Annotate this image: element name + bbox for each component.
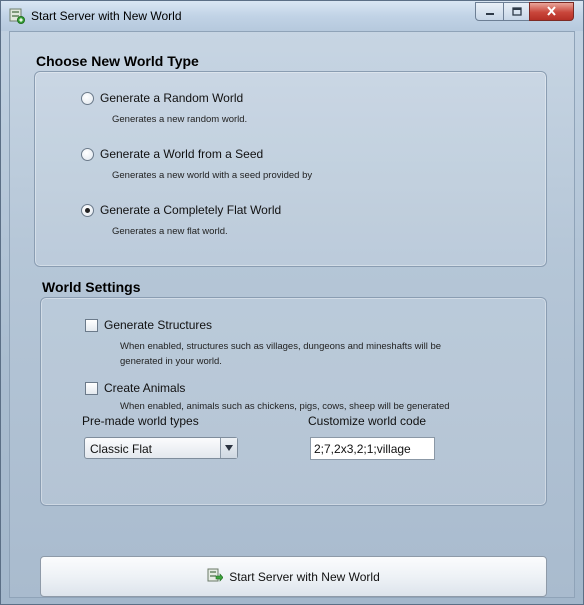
world-settings-heading: World Settings	[42, 279, 141, 295]
seed-world-label[interactable]: Generate a World from a Seed	[100, 147, 263, 161]
flat-world-description: Generates a new flat world.	[112, 226, 228, 237]
maximize-button[interactable]	[503, 2, 530, 21]
maximize-icon	[511, 5, 522, 19]
world-type-group: Generate a Random World Generates a new …	[34, 71, 547, 267]
world-code-input[interactable]	[311, 438, 434, 459]
structures-description-line2: generated in your world.	[120, 356, 222, 367]
customize-world-code-label: Customize world code	[308, 414, 427, 428]
world-settings-group: Generate Structures When enabled, struct…	[40, 297, 547, 506]
world-type-heading: Choose New World Type	[36, 53, 199, 69]
random-world-label[interactable]: Generate a Random World	[100, 91, 243, 105]
minimize-icon	[485, 5, 495, 19]
premade-world-types-select[interactable]: Classic Flat	[84, 437, 238, 459]
animals-description: When enabled, animals such as chickens, …	[120, 401, 450, 412]
generate-structures-label[interactable]: Generate Structures	[104, 318, 212, 332]
start-server-button[interactable]: Start Server with New World	[40, 556, 547, 597]
radio-seed-world[interactable]	[81, 148, 94, 161]
premade-world-types-value: Classic Flat	[90, 442, 153, 456]
flat-world-label[interactable]: Generate a Completely Flat World	[100, 203, 281, 217]
window-title: Start Server with New World	[31, 9, 182, 23]
title-bar[interactable]: Start Server with New World	[1, 1, 583, 31]
close-icon	[546, 5, 557, 19]
dialog-window: Start Server with New World Choose New W…	[0, 0, 584, 605]
world-code-field[interactable]	[310, 437, 435, 460]
generate-structures-checkbox[interactable]	[85, 319, 98, 332]
server-start-icon	[207, 567, 224, 586]
seed-world-description: Generates a new world with a seed provid…	[112, 170, 313, 181]
random-world-description: Generates a new random world.	[112, 114, 248, 125]
radio-flat-world[interactable]	[81, 204, 94, 217]
create-animals-checkbox[interactable]	[85, 382, 98, 395]
dialog-client-area: Choose New World Type Generate a Random …	[9, 31, 575, 598]
create-animals-label[interactable]: Create Animals	[104, 381, 185, 395]
server-icon	[9, 8, 25, 24]
minimize-button[interactable]	[475, 2, 504, 21]
start-server-label: Start Server with New World	[229, 569, 380, 584]
premade-world-types-label: Pre-made world types	[82, 414, 199, 428]
close-button[interactable]	[529, 2, 574, 21]
structures-description-line1: When enabled, structures such as village…	[120, 341, 442, 352]
chevron-down-icon[interactable]	[220, 438, 237, 458]
radio-random-world[interactable]	[81, 92, 94, 105]
